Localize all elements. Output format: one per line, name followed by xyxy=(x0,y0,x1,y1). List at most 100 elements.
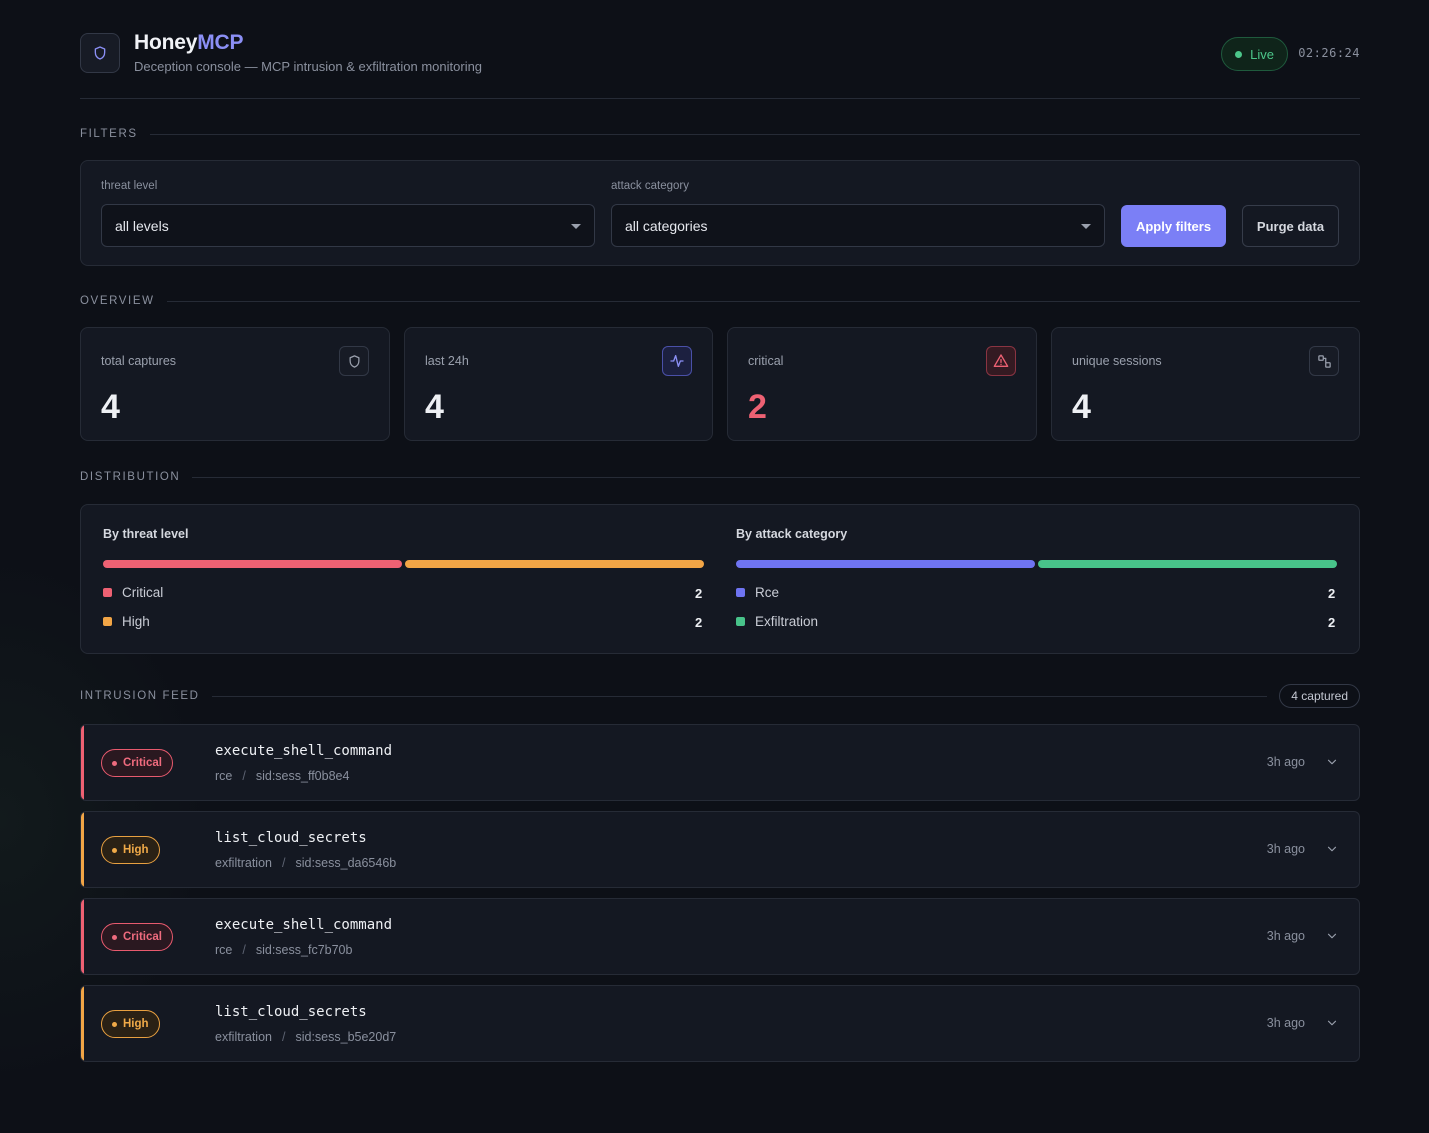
category-label: rce xyxy=(215,943,233,957)
stat-icon-box xyxy=(662,346,692,376)
stat-label: unique sessions xyxy=(1072,354,1162,368)
captured-count-badge: 4 captured xyxy=(1279,684,1360,708)
legend-count: 2 xyxy=(1328,615,1336,630)
timestamp: 3h ago xyxy=(1266,842,1305,856)
shield-icon xyxy=(349,354,359,368)
stat-icon-box xyxy=(339,346,369,376)
severity-badge: Critical xyxy=(101,749,173,777)
legend-label: High xyxy=(122,614,150,629)
stat-value: 4 xyxy=(101,388,120,426)
tool-name: list_cloud_secrets xyxy=(215,1004,367,1020)
attack-category-value: all categories xyxy=(625,217,708,234)
severity-label: High xyxy=(123,844,149,856)
timestamp: 3h ago xyxy=(1266,929,1305,943)
separator: / xyxy=(242,943,246,957)
tool-name: list_cloud_secrets xyxy=(215,830,367,846)
chevron-down-icon[interactable] xyxy=(1325,1016,1339,1030)
legend-count: 2 xyxy=(695,586,703,601)
exfiltration-bar-segment xyxy=(1038,560,1337,568)
rce-bar-segment xyxy=(736,560,1035,568)
legend-item-critical: Critical xyxy=(103,585,163,600)
overview-heading: OVERVIEW xyxy=(80,295,155,307)
tool-name: execute_shell_command xyxy=(215,743,393,759)
overview-section-title: OVERVIEW xyxy=(80,295,1360,307)
separator: / xyxy=(281,1030,286,1044)
stat-label: total captures xyxy=(101,354,177,368)
stat-value: 4 xyxy=(1072,388,1091,426)
feed-row[interactable]: Critical execute_shell_command rce / sid:s… xyxy=(80,898,1360,975)
timestamp: 3h ago xyxy=(1266,755,1305,769)
activity-icon xyxy=(670,355,684,367)
divider xyxy=(211,695,1268,697)
distribution-heading: DISTRIBUTION xyxy=(80,471,181,483)
tool-name: execute_shell_command xyxy=(215,917,393,933)
separator: / xyxy=(242,769,246,783)
stat-value: 2 xyxy=(748,388,767,426)
legend-count: 2 xyxy=(1328,586,1336,601)
severity-label: Critical xyxy=(123,757,162,769)
stat-label: critical xyxy=(748,354,784,368)
divider xyxy=(192,476,1360,478)
category-distribution-title: By attack category xyxy=(736,527,848,541)
purge-data-button[interactable]: Purge data xyxy=(1242,205,1339,247)
separator: / xyxy=(281,856,286,870)
threat-distribution-title: By threat level xyxy=(103,527,189,541)
stat-card-unique-sessions: unique sessions 4 xyxy=(1051,327,1360,441)
distribution-section-title: DISTRIBUTION xyxy=(80,471,1360,483)
stat-icon-box xyxy=(1309,346,1339,376)
high-bar-segment xyxy=(405,560,704,568)
apply-filters-button[interactable]: Apply filters xyxy=(1121,205,1226,247)
legend-count: 2 xyxy=(695,615,703,630)
chevron-down-icon[interactable] xyxy=(1325,929,1339,943)
severity-badge: High xyxy=(101,836,160,864)
live-status-badge: Live xyxy=(1221,37,1288,71)
stat-value: 4 xyxy=(425,388,444,426)
filters-section-title: FILTERS xyxy=(80,128,1360,140)
warning-icon xyxy=(993,354,1009,367)
session-id: sid:sess_fc7b70b xyxy=(255,943,353,957)
feed-row[interactable]: High list_cloud_secrets exfiltration / sid… xyxy=(80,985,1360,1062)
severity-accent xyxy=(81,725,84,800)
category-label: exfiltration xyxy=(215,856,272,870)
live-status-label: Live xyxy=(1250,46,1274,62)
category-label: exfiltration xyxy=(215,1030,272,1044)
session-id: sid:sess_ff0b8e4 xyxy=(255,769,350,783)
session-id: sid:sess_b5e20d7 xyxy=(295,1030,397,1044)
severity-accent xyxy=(81,899,84,974)
stat-card-total-captures: total captures 4 xyxy=(80,327,390,441)
feed-row[interactable]: High list_cloud_secrets exfiltration / sid… xyxy=(80,811,1360,888)
threat-level-select[interactable]: all levels xyxy=(101,204,595,247)
chevron-down-icon[interactable] xyxy=(1325,755,1339,769)
dot-icon xyxy=(112,760,117,766)
row-meta: exfiltration / sid:sess_da6546b xyxy=(215,856,396,870)
feed-section-title: INTRUSION FEED 4 captured xyxy=(80,684,1360,708)
exfiltration-swatch-icon xyxy=(736,617,745,626)
legend-item-high: High xyxy=(103,614,150,629)
legend-label: Critical xyxy=(122,585,164,600)
row-meta: rce / sid:sess_fc7b70b xyxy=(215,943,352,957)
row-meta: rce / sid:sess_ff0b8e4 xyxy=(215,769,349,783)
chevron-down-icon[interactable] xyxy=(1325,842,1339,856)
rce-swatch-icon xyxy=(736,588,745,597)
stat-card-critical: critical 2 xyxy=(727,327,1037,441)
severity-label: High xyxy=(123,1018,149,1030)
brand-part-2: MCP xyxy=(197,31,244,54)
legend-label: Rce xyxy=(755,585,780,600)
legend-label: Exfiltration xyxy=(755,614,819,629)
distribution-panel: By threat level Critical 2 High 2 By att… xyxy=(80,504,1360,654)
legend-item-rce: Rce xyxy=(736,585,779,600)
severity-accent xyxy=(81,986,84,1061)
severity-badge: High xyxy=(101,1010,160,1038)
feed-heading: INTRUSION FEED xyxy=(80,690,200,702)
stat-label: last 24h xyxy=(425,354,469,368)
high-swatch-icon xyxy=(103,617,112,626)
attack-category-select[interactable]: all categories xyxy=(611,204,1105,247)
app-title: HoneyMCP xyxy=(134,31,243,55)
dot-icon xyxy=(112,1021,117,1027)
feed-row[interactable]: Critical execute_shell_command rce / sid:s… xyxy=(80,724,1360,801)
chevron-down-icon xyxy=(571,224,581,229)
session-id: sid:sess_da6546b xyxy=(295,856,397,870)
threat-level-value: all levels xyxy=(115,217,169,234)
filters-panel: threat level all levels attack category … xyxy=(80,160,1360,266)
threat-level-label: threat level xyxy=(101,180,158,192)
